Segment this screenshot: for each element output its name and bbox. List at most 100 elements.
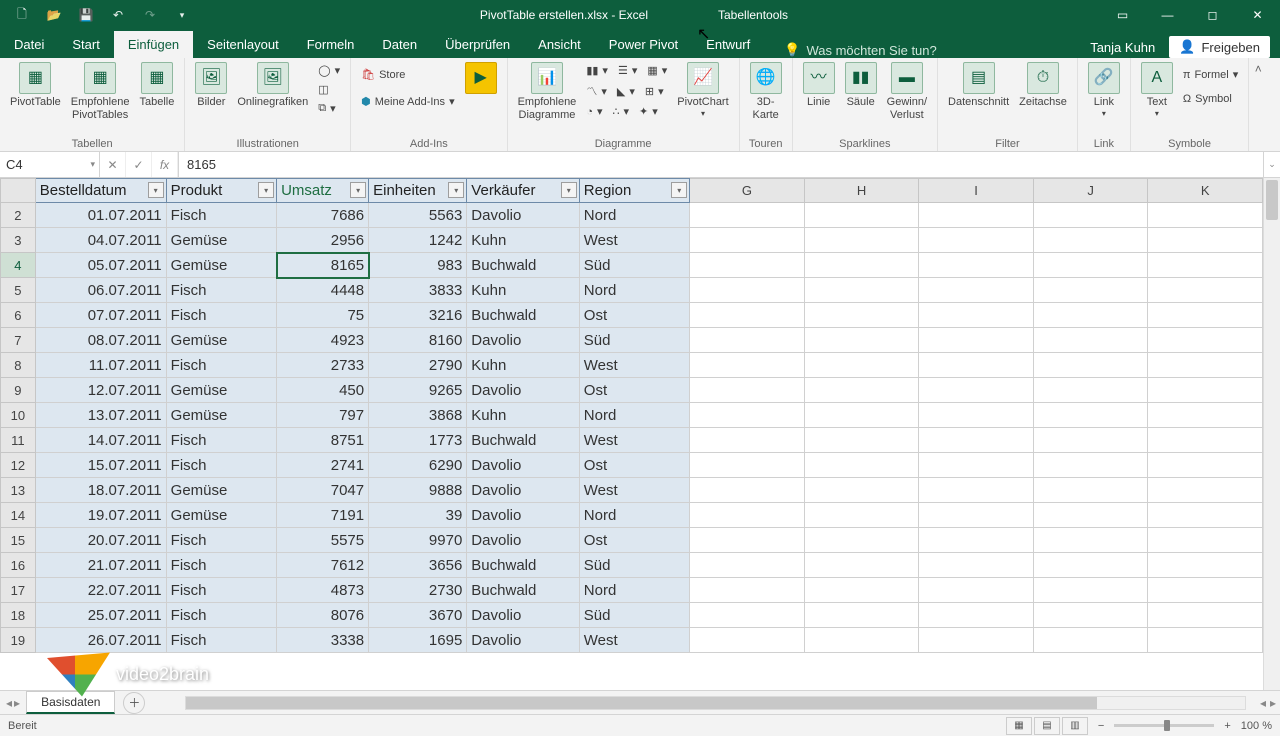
cell-J4[interactable] [1033,253,1148,278]
bar-chart-button[interactable]: ☰▾ [614,62,641,79]
area-chart-button[interactable]: ◣▾ [613,81,639,101]
cell-C18[interactable]: 8076 [277,603,369,628]
cell-H18[interactable] [804,603,919,628]
cell-C19[interactable]: 3338 [277,628,369,653]
cell-A4[interactable]: 05.07.2011 [35,253,166,278]
cell-B10[interactable]: Gemüse [166,403,276,428]
tab-ueberpruefen[interactable]: Überprüfen [431,31,524,58]
tab-datei[interactable]: Datei [0,31,58,58]
cell-B11[interactable]: Fisch [166,428,276,453]
cell-D12[interactable]: 6290 [369,453,467,478]
cell-F2[interactable]: Nord [579,203,689,228]
open-file-icon[interactable]: 📂 [38,1,70,29]
timeline-button[interactable]: ⏱Zeitachse [1015,60,1071,111]
cell-G6[interactable] [690,303,805,328]
cell-J2[interactable] [1033,203,1148,228]
filter-button-A[interactable]: ▾ [148,182,164,198]
cell-I14[interactable] [919,503,1034,528]
pivotchart-button[interactable]: 📈PivotChart▾ [673,60,732,121]
cell-I5[interactable] [919,278,1034,303]
cell-K10[interactable] [1148,403,1263,428]
cell-J6[interactable] [1033,303,1148,328]
cell-B14[interactable]: Gemüse [166,503,276,528]
cell-A6[interactable]: 07.07.2011 [35,303,166,328]
smartart-button[interactable]: ◫ [314,81,344,98]
cell-B19[interactable]: Fisch [166,628,276,653]
tab-formeln[interactable]: Formeln [293,31,369,58]
cell-E12[interactable]: Davolio [467,453,579,478]
cell-B15[interactable]: Fisch [166,528,276,553]
cell-E17[interactable]: Buchwald [467,578,579,603]
cell-A11[interactable]: 14.07.2011 [35,428,166,453]
bing-maps-button[interactable]: ▶ [461,60,501,98]
cell-F4[interactable]: Süd [579,253,689,278]
cell-H15[interactable] [804,528,919,553]
cell-H12[interactable] [804,453,919,478]
cell-A15[interactable]: 20.07.2011 [35,528,166,553]
cell-I7[interactable] [919,328,1034,353]
cell-I2[interactable] [919,203,1034,228]
cell-B13[interactable]: Gemüse [166,478,276,503]
cell-D11[interactable]: 1773 [369,428,467,453]
cell-K7[interactable] [1148,328,1263,353]
cell-I11[interactable] [919,428,1034,453]
cell-A2[interactable]: 01.07.2011 [35,203,166,228]
formula-input[interactable]: 8165 [179,152,1263,177]
cell-E16[interactable]: Buchwald [467,553,579,578]
cell-D3[interactable]: 1242 [369,228,467,253]
cell-B5[interactable]: Fisch [166,278,276,303]
cell-J17[interactable] [1033,578,1148,603]
cell-D13[interactable]: 9888 [369,478,467,503]
cell-H7[interactable] [804,328,919,353]
column-header-C[interactable]: Umsatz▾ [277,179,369,203]
cell-H4[interactable] [804,253,919,278]
cell-G14[interactable] [690,503,805,528]
maximize-icon[interactable]: ◻ [1190,0,1235,30]
cell-K16[interactable] [1148,553,1263,578]
cell-H9[interactable] [804,378,919,403]
cell-H5[interactable] [804,278,919,303]
row-header-12[interactable]: 12 [1,453,36,478]
cell-B8[interactable]: Fisch [166,353,276,378]
minimize-icon[interactable]: — [1145,0,1190,30]
collapse-ribbon-icon[interactable]: ˄ [1249,58,1267,151]
view-page-layout-button[interactable]: ▤ [1034,717,1060,735]
close-icon[interactable]: ✕ [1235,0,1280,30]
cell-J14[interactable] [1033,503,1148,528]
cell-D15[interactable]: 9970 [369,528,467,553]
cell-I3[interactable] [919,228,1034,253]
cell-J9[interactable] [1033,378,1148,403]
cell-G17[interactable] [690,578,805,603]
zoom-slider[interactable] [1114,724,1214,727]
cell-A8[interactable]: 11.07.2011 [35,353,166,378]
cell-K13[interactable] [1148,478,1263,503]
cell-G9[interactable] [690,378,805,403]
cell-C12[interactable]: 2741 [277,453,369,478]
enter-formula-icon[interactable]: ✓ [126,152,152,177]
cell-A7[interactable]: 08.07.2011 [35,328,166,353]
tab-einfuegen[interactable]: Einfügen [114,31,193,58]
cell-B16[interactable]: Fisch [166,553,276,578]
cell-F7[interactable]: Süd [579,328,689,353]
new-sheet-button[interactable]: ＋ [123,692,145,714]
cell-I6[interactable] [919,303,1034,328]
cell-K6[interactable] [1148,303,1263,328]
cell-F16[interactable]: Süd [579,553,689,578]
cell-I18[interactable] [919,603,1034,628]
recommended-charts-button[interactable]: 📊Empfohlene Diagramme [514,60,581,124]
column-header-D[interactable]: Einheiten▾ [369,179,467,203]
column-header-I[interactable]: I [919,179,1034,203]
row-header-5[interactable]: 5 [1,278,36,303]
cell-G16[interactable] [690,553,805,578]
cell-I4[interactable] [919,253,1034,278]
cell-E7[interactable]: Davolio [467,328,579,353]
pictures-button[interactable]: 🖼Bilder [191,60,231,111]
cell-G7[interactable] [690,328,805,353]
shapes-button[interactable]: ◯▾ [314,62,344,79]
cell-F11[interactable]: West [579,428,689,453]
cell-E4[interactable]: Buchwald [467,253,579,278]
cell-C15[interactable]: 5575 [277,528,369,553]
cell-K12[interactable] [1148,453,1263,478]
cell-C7[interactable]: 4923 [277,328,369,353]
cell-F14[interactable]: Nord [579,503,689,528]
